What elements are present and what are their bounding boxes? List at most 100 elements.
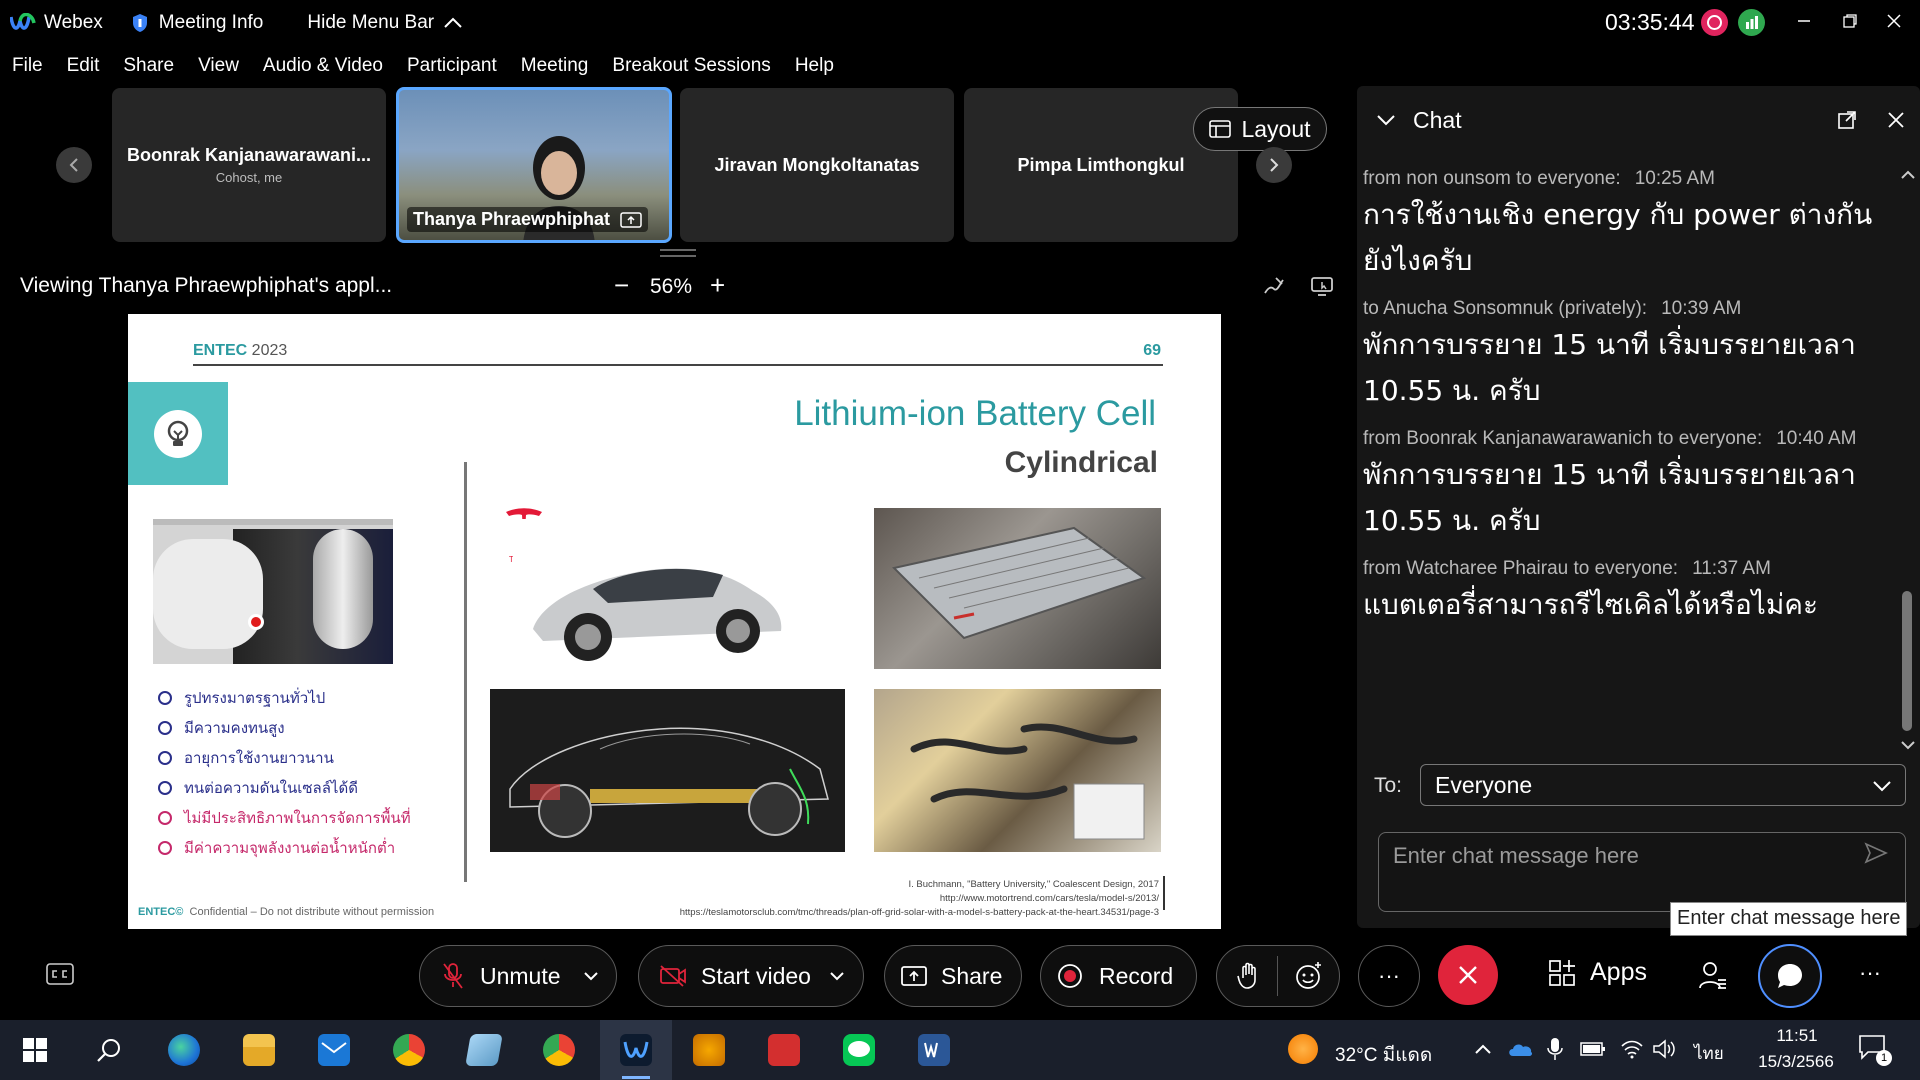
microphone-icon[interactable] [1547, 1037, 1563, 1061]
volume-icon[interactable] [1652, 1039, 1676, 1059]
layout-button[interactable]: Layout [1193, 107, 1327, 151]
chevron-up-icon[interactable] [1474, 1043, 1492, 1055]
remote-control-icon[interactable] [1310, 274, 1334, 298]
restore-icon[interactable] [1832, 6, 1868, 36]
meeting-info-button[interactable]: Meeting Info [131, 0, 263, 46]
share-screen-icon [901, 966, 927, 986]
slide-page-number: 69 [1143, 342, 1161, 359]
line-app-icon[interactable] [843, 1034, 875, 1066]
chat-message-input[interactable]: Enter chat message here [1378, 832, 1906, 912]
menu-bar: File Edit Share View Audio & Video Parti… [0, 46, 1920, 86]
onedrive-icon[interactable] [1507, 1040, 1533, 1058]
input-language[interactable]: ไทย [1694, 1040, 1724, 1067]
smile-icon [158, 721, 172, 735]
chevron-down-icon[interactable] [583, 971, 599, 981]
zoom-out-button[interactable]: − [614, 270, 629, 301]
scroll-down-icon[interactable] [1898, 738, 1918, 752]
end-call-icon [1459, 966, 1477, 984]
notifications-button[interactable]: 1 [1858, 1034, 1892, 1066]
weather-sun-icon[interactable] [1288, 1034, 1318, 1064]
slide-subtitle: Cylindrical [1004, 446, 1158, 479]
end-call-button[interactable] [1438, 945, 1498, 1005]
webex-app[interactable]: Webex [0, 0, 103, 46]
file-explorer-icon[interactable] [243, 1034, 275, 1066]
menu-participant[interactable]: Participant [407, 55, 497, 77]
more-options-button[interactable]: ··· [1358, 945, 1420, 1007]
chat-scrollbar[interactable] [1896, 166, 1916, 756]
raise-hand-icon[interactable] [1237, 962, 1261, 990]
webex-logo-icon [10, 13, 36, 30]
menu-edit[interactable]: Edit [67, 55, 100, 77]
scrollbar-thumb[interactable] [1902, 591, 1912, 731]
chat-header: Chat [1357, 86, 1920, 154]
notepad-icon[interactable] [465, 1034, 503, 1066]
pop-out-icon[interactable] [1837, 110, 1857, 130]
participant-tile-active-speaker[interactable]: Thanya Phraewphiphat [396, 87, 672, 243]
paint-app-icon[interactable] [693, 1034, 725, 1066]
hide-menu-bar-button[interactable]: Hide Menu Bar [307, 0, 464, 46]
chat-title: Chat [1413, 106, 1462, 133]
participant-tile[interactable]: Boonrak Kanjanawarawani... Cohost, me [112, 88, 386, 242]
taskbar-time[interactable]: 11:51 [1762, 1026, 1832, 1046]
apps-button[interactable]: Apps [1548, 958, 1647, 987]
strip-prev-button[interactable] [56, 147, 92, 183]
bullet-advantage: รูปทรงมาตรฐานทั่วไป [158, 683, 448, 713]
app-name: Webex [44, 12, 103, 33]
weather-text[interactable]: 32°C มีแดด [1335, 1040, 1432, 1070]
chat-sender: from Boonrak Kanjanawarawanich to everyo… [1363, 428, 1763, 449]
chat-panel: Chat from non ounsom to everyone: 10:25 A… [1357, 86, 1920, 928]
reference: https://teslamotorsclub.com/tmc/threads/… [679, 907, 1159, 918]
menu-meeting[interactable]: Meeting [521, 55, 589, 77]
acrobat-icon[interactable] [768, 1034, 800, 1066]
share-button[interactable]: Share [884, 945, 1022, 1007]
battery-modules-photo [874, 689, 1161, 852]
unmute-label: Unmute [480, 962, 561, 989]
zoom-in-button[interactable]: + [710, 270, 725, 301]
menu-file[interactable]: File [12, 55, 43, 77]
menu-share[interactable]: Share [123, 55, 174, 77]
windows-start-icon[interactable] [22, 1037, 48, 1063]
battery-icon[interactable] [1580, 1041, 1606, 1057]
participants-icon[interactable] [1698, 960, 1728, 992]
reference: I. Buchmann, "Battery University," Coale… [908, 879, 1159, 890]
strip-next-button[interactable] [1256, 147, 1292, 183]
search-icon[interactable] [96, 1037, 122, 1063]
chrome-profile-icon[interactable] [543, 1034, 575, 1066]
close-window-icon[interactable] [1876, 6, 1912, 36]
overflow-menu-button[interactable]: ··· [1859, 960, 1881, 986]
chat-recipient-select[interactable]: Everyone [1420, 764, 1906, 806]
chevron-down-icon [1873, 781, 1891, 792]
strip-resize-handle[interactable] [660, 249, 696, 257]
chat-time: 10:25 AM [1634, 168, 1715, 189]
chevron-down-icon[interactable] [1375, 113, 1397, 127]
record-button[interactable]: Record [1040, 945, 1197, 1007]
menu-breakout-sessions[interactable]: Breakout Sessions [612, 55, 770, 77]
edge-browser-icon[interactable] [168, 1034, 200, 1066]
participant-tile[interactable]: Pimpa Limthongkul [964, 88, 1238, 242]
webex-taskbar-icon [620, 1034, 652, 1066]
taskbar-active-app[interactable] [600, 1020, 672, 1080]
participant-tile[interactable]: Jiravan Mongkoltanatas [680, 88, 954, 242]
word-icon[interactable] [918, 1034, 950, 1066]
chat-toggle-button[interactable] [1758, 944, 1822, 1008]
close-chat-icon[interactable] [1887, 111, 1905, 129]
menu-audio-video[interactable]: Audio & Video [263, 55, 383, 77]
closed-captions-icon[interactable] [46, 963, 74, 985]
network-health-icon[interactable] [1738, 9, 1765, 36]
menu-help[interactable]: Help [795, 55, 834, 77]
unmute-button[interactable]: Unmute [419, 945, 617, 1007]
chevron-down-icon[interactable] [829, 971, 845, 981]
wifi-icon[interactable] [1620, 1039, 1644, 1059]
menu-view[interactable]: View [198, 55, 239, 77]
chrome-icon[interactable] [393, 1034, 425, 1066]
layout-icon [1209, 120, 1232, 138]
emoji-reactions-icon[interactable] [1294, 961, 1324, 991]
start-video-button[interactable]: Start video [638, 945, 864, 1007]
annotate-icon[interactable] [1262, 274, 1286, 298]
send-icon[interactable] [1864, 842, 1888, 864]
notification-badge: 1 [1876, 1050, 1892, 1066]
taskbar-date[interactable]: 15/3/2566 [1746, 1052, 1846, 1072]
scroll-up-icon[interactable] [1898, 168, 1918, 182]
minimize-icon[interactable] [1786, 6, 1822, 36]
mail-icon[interactable] [318, 1034, 350, 1066]
